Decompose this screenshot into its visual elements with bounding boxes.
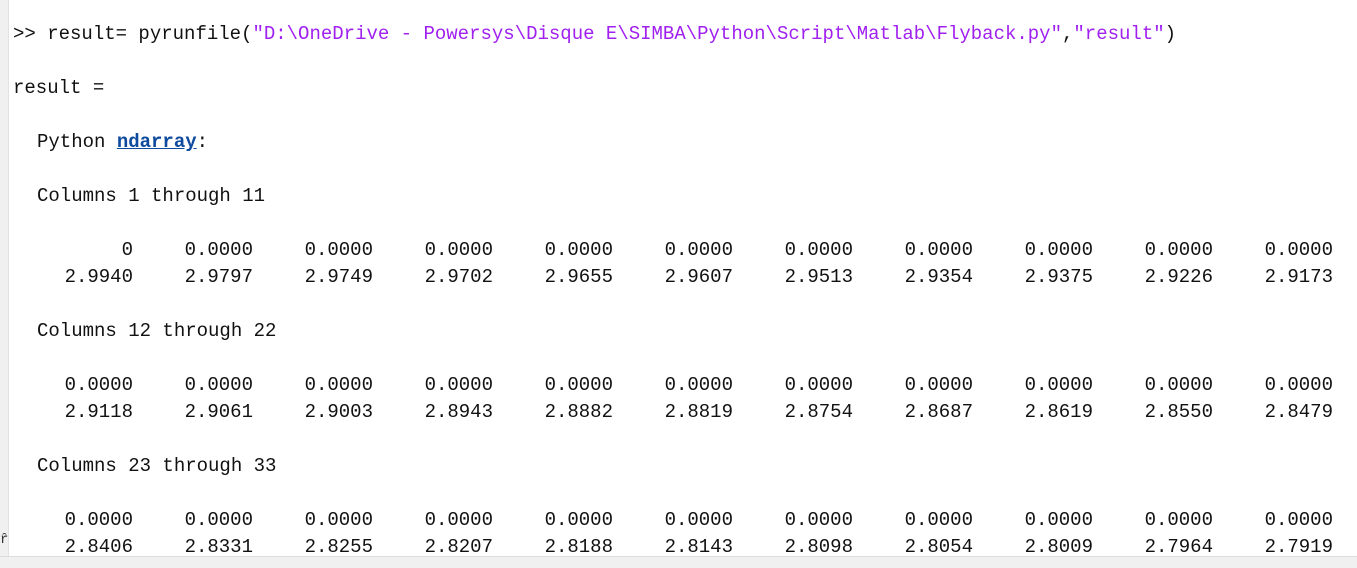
matrix-cell: 0.0000 bbox=[1024, 239, 1093, 261]
matrix-cell: 0.0000 bbox=[664, 374, 733, 396]
matrix-cell: 0.0000 bbox=[784, 239, 853, 261]
matrix-cell: 2.9118 bbox=[64, 401, 133, 423]
matrix-row: 0.0000 0.0000 0.0000 0.0000 0.0000 0.0000 0.00… bbox=[13, 373, 1357, 397]
matrix-cell: 0.0000 bbox=[544, 239, 613, 261]
matrix-cell: 0.0000 bbox=[424, 374, 493, 396]
matrix-cell: 2.9749 bbox=[304, 266, 373, 288]
matrix-cell: 2.9173 bbox=[1264, 266, 1333, 288]
matrix-cell: 0.0000 bbox=[304, 509, 373, 531]
matrix-cell: 0.0000 bbox=[544, 509, 613, 531]
matrix-cell: 0.0000 bbox=[1024, 509, 1093, 531]
matrix-cell: 0.0000 bbox=[904, 374, 973, 396]
comma: , bbox=[1062, 23, 1074, 45]
matrix-cell: 0.0000 bbox=[184, 239, 253, 261]
matrix-cell: 2.9003 bbox=[304, 401, 373, 423]
type-line: Python ndarray: bbox=[37, 130, 208, 154]
matrix-cell: 0.0000 bbox=[424, 509, 493, 531]
matrix-row: 2.9118 2.9061 2.9003 2.8943 2.8882 2.8819 2.87… bbox=[13, 400, 1357, 424]
matrix-cell: 0.0000 bbox=[64, 374, 133, 396]
command-line[interactable]: >> result= pyrunfile("D:\OneDrive - Powe… bbox=[13, 22, 1176, 46]
matrix-cell: 2.9655 bbox=[544, 266, 613, 288]
matrix-cell: 2.9375 bbox=[1024, 266, 1093, 288]
matrix-cell: 0.0000 bbox=[784, 374, 853, 396]
matrix-cell: 0.0000 bbox=[1144, 509, 1213, 531]
matrix-cell: 0.0000 bbox=[1024, 374, 1093, 396]
matrix-cell: 0.0000 bbox=[1264, 509, 1333, 531]
matrix-cell: 2.8550 bbox=[1144, 401, 1213, 423]
columns-header: Columns 12 through 22 bbox=[37, 320, 277, 342]
matrix-cell: 2.9354 bbox=[904, 266, 973, 288]
matrix-cell: 0.0000 bbox=[1144, 374, 1213, 396]
matrix-cell: 0.0000 bbox=[304, 239, 373, 261]
matrix-row: 2.9940 2.9797 2.9749 2.9702 2.9655 2.9607 2.95… bbox=[13, 265, 1357, 289]
matrix-cell: 2.8479 bbox=[1264, 401, 1333, 423]
matrix-cell: 2.8943 bbox=[424, 401, 493, 423]
ndarray-link[interactable]: ndarray bbox=[117, 131, 197, 153]
matrix-cell: 2.8819 bbox=[664, 401, 733, 423]
matrix-cell: 2.8619 bbox=[1024, 401, 1093, 423]
matrix-cell: 2.9797 bbox=[184, 266, 253, 288]
variable-name-string: "result" bbox=[1073, 23, 1165, 45]
matrix-cell: 0.0000 bbox=[184, 509, 253, 531]
matrix-cell: 0.0000 bbox=[304, 374, 373, 396]
matrix-cell: 0.0000 bbox=[664, 509, 733, 531]
type-prefix: Python bbox=[37, 131, 117, 153]
matrix-cell: 2.9061 bbox=[184, 401, 253, 423]
matrix-cell: 0.0000 bbox=[904, 509, 973, 531]
left-gutter bbox=[0, 0, 9, 567]
matrix-cell: 0.0000 bbox=[1264, 374, 1333, 396]
matrix-cell: 2.9940 bbox=[64, 266, 133, 288]
columns-header: Columns 23 through 33 bbox=[37, 455, 277, 477]
matrix-cell: 2.9702 bbox=[424, 266, 493, 288]
prompt: >> bbox=[13, 23, 36, 45]
matrix-cell: 0.0000 bbox=[184, 374, 253, 396]
matrix-row: 0 0.0000 0.0000 0.0000 0.0000 0.0000 0.0000 0.0… bbox=[13, 238, 1357, 262]
matrix-cell: 2.8687 bbox=[904, 401, 973, 423]
command-window[interactable]: >> result= pyrunfile("D:\OneDrive - Powe… bbox=[13, 0, 1357, 558]
script-path-string: "D:\OneDrive - Powersys\Disque E\SIMBA\P… bbox=[252, 23, 1062, 45]
result-label: result = bbox=[13, 77, 105, 99]
matrix-cell: 0.0000 bbox=[1264, 239, 1333, 261]
matrix-cell: 2.9513 bbox=[784, 266, 853, 288]
matrix-cell: 0.0000 bbox=[664, 239, 733, 261]
matrix-cell: 0.0000 bbox=[64, 509, 133, 531]
closing-paren: ) bbox=[1164, 23, 1177, 45]
command-text: result= pyrunfile( bbox=[35, 23, 253, 45]
matrix-cell: 0.0000 bbox=[424, 239, 493, 261]
matrix-cell: 2.9226 bbox=[1144, 266, 1213, 288]
columns-header: Columns 1 through 11 bbox=[37, 185, 266, 207]
matrix-cell: 0.0000 bbox=[1144, 239, 1213, 261]
matrix-cell: 2.8882 bbox=[544, 401, 613, 423]
gutter-fx-icon: ȓ bbox=[0, 532, 9, 548]
matrix-row: 0.0000 0.0000 0.0000 0.0000 0.0000 0.0000 0.00… bbox=[13, 508, 1357, 532]
matrix-cell: 0.0000 bbox=[784, 509, 853, 531]
type-suffix: : bbox=[196, 131, 209, 153]
horizontal-scrollbar[interactable] bbox=[0, 556, 1357, 568]
matrix-cell: 0.0000 bbox=[904, 239, 973, 261]
matrix-cell: 0.0000 bbox=[544, 374, 613, 396]
matrix-cell: 0 bbox=[121, 239, 133, 261]
matrix-cell: 2.9607 bbox=[664, 266, 733, 288]
matrix-cell: 2.8754 bbox=[784, 401, 853, 423]
